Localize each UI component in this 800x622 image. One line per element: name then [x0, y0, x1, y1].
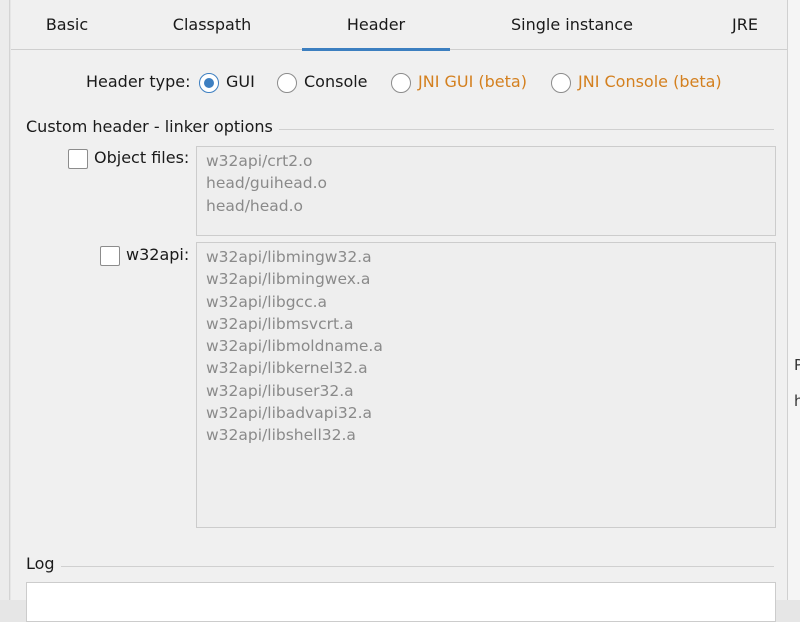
radio-label: GUI — [226, 72, 255, 91]
radio-button-checked[interactable] — [199, 73, 219, 93]
w32api-checkbox[interactable] — [100, 246, 120, 266]
tab-label: Classpath — [172, 15, 252, 34]
tab-single-instance[interactable]: Single instance — [507, 0, 637, 50]
w32api-lib-line: w32api/libmingwex.a — [206, 270, 371, 289]
w32api-lib-line: w32api/libshell32.a — [206, 426, 356, 445]
tab-label: JRE — [732, 15, 758, 34]
launch4j-header-panel: Basic Classpath Header Single instance J… — [11, 0, 787, 622]
log-textarea[interactable] — [26, 582, 776, 622]
w32api-lib-line: w32api/libmingw32.a — [206, 248, 372, 266]
tab-jre[interactable]: JRE — [723, 0, 767, 50]
w32api-lib-line: w32api/libadvapi32.a — [206, 404, 373, 423]
object-file-line: head/head.o — [206, 196, 304, 215]
header-type-row: Header type: GUI Console JNI GUI (beta) … — [11, 66, 787, 100]
tab-basic[interactable]: Basic — [26, 0, 108, 50]
log-title: Log — [26, 554, 61, 573]
background-text-fragment: P — [794, 356, 800, 374]
header-type-label: Header type: — [86, 72, 191, 91]
w32api-lib-line: w32api/libkernel32.a — [206, 359, 368, 378]
custom-header-title: Custom header - linker options — [26, 117, 279, 136]
object-files-textarea[interactable]: w32api/crt2.o head/guihead.o head/head.o — [196, 146, 776, 236]
radio-button[interactable] — [551, 73, 571, 93]
w32api-label: w32api: — [126, 245, 190, 264]
object-file-line: head/guihead.o — [206, 174, 327, 193]
w32api-textarea[interactable]: w32api/libmingw32.a w32api/libmingwex.a … — [196, 242, 776, 528]
radio-button[interactable] — [391, 73, 411, 93]
w32api-lib-line: w32api/libmsvcrt.a — [206, 314, 354, 333]
w32api-lib-line: w32api/libmoldname.a — [206, 337, 383, 356]
section-divider — [26, 566, 774, 567]
tab-header[interactable]: Header — [302, 0, 450, 51]
background-window-right: P h — [787, 0, 800, 600]
tab-label: Basic — [45, 15, 89, 34]
object-file-line: w32api/crt2.o — [206, 152, 313, 170]
object-files-label: Object files: — [94, 148, 190, 167]
radio-button[interactable] — [277, 73, 297, 93]
tab-label: Single instance — [510, 15, 634, 34]
background-window-left — [0, 0, 10, 600]
radio-label: JNI Console (beta) — [578, 72, 722, 91]
object-files-checkbox[interactable] — [68, 149, 88, 169]
w32api-lib-line: w32api/libgcc.a — [206, 292, 328, 311]
tab-label: Header — [346, 15, 406, 34]
tab-bar: Basic Classpath Header Single instance J… — [11, 0, 787, 51]
w32api-lib-line: w32api/libuser32.a — [206, 381, 354, 400]
radio-label: JNI GUI (beta) — [418, 72, 527, 91]
tab-classpath[interactable]: Classpath — [164, 0, 260, 50]
radio-label: Console — [304, 72, 368, 91]
background-text-fragment: h — [794, 392, 800, 410]
